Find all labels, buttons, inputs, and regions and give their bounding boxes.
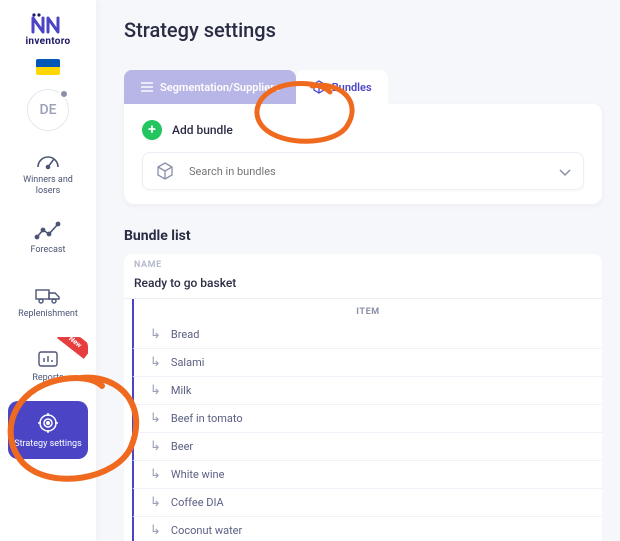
nav-reports[interactable]: New Reports: [8, 337, 88, 395]
add-bundle-label: Add bundle: [172, 123, 233, 137]
bundle-item-label: Salami: [171, 356, 205, 369]
col-header-item: ITEM: [132, 299, 602, 321]
bundle-item-label: Coconut water: [171, 524, 242, 537]
tab-bundles[interactable]: Bundles: [296, 70, 388, 104]
list-icon: [140, 81, 154, 93]
bundles-panel: + Add bundle: [124, 104, 602, 204]
tab-label: Segmentation/Suppliers: [160, 81, 280, 94]
plus-icon: +: [142, 120, 162, 140]
package-icon: [155, 161, 175, 181]
child-arrow-icon: ↳: [150, 384, 161, 397]
trend-icon: [34, 221, 62, 241]
bundle-item-label: Beef in tomato: [171, 412, 243, 425]
avatar-initials: DE: [39, 102, 56, 118]
child-arrow-icon: ↳: [150, 412, 161, 425]
bundle-list-title: Bundle list: [124, 228, 602, 244]
bundle-item-row[interactable]: ↳ Milk: [132, 377, 602, 405]
status-dot-icon: [59, 89, 69, 99]
bundle-item-row[interactable]: ↳ Coffee DIA: [132, 489, 602, 517]
truck-icon: [34, 285, 62, 305]
box-icon: [312, 80, 326, 94]
nav-replenishment[interactable]: Replenishment: [8, 273, 88, 331]
brand-logo: inventoro: [13, 12, 83, 47]
logo-mark-icon: [30, 12, 66, 34]
search-input[interactable]: [189, 165, 545, 178]
bundle-item-label: Coffee DIA: [171, 496, 224, 509]
nav-label: Winners and losers: [10, 175, 86, 197]
nav-strategy-settings[interactable]: Strategy settings: [8, 401, 88, 459]
child-arrow-icon: ↳: [150, 356, 161, 369]
bundle-item-label: Bread: [171, 328, 200, 341]
tabs: Segmentation/Suppliers Bundles: [124, 70, 602, 104]
bundle-item-label: Milk: [171, 384, 192, 397]
page-title: Strategy settings: [124, 18, 602, 42]
gauge-icon: [34, 151, 62, 171]
nav-label: Forecast: [31, 245, 66, 256]
tab-label: Bundles: [332, 81, 372, 94]
new-badge: New: [57, 337, 88, 359]
child-arrow-icon: ↳: [150, 328, 161, 341]
child-arrow-icon: ↳: [150, 468, 161, 481]
ukraine-flag-icon: [36, 59, 60, 75]
bundle-item-label: Beer: [171, 440, 193, 453]
nav-label: Replenishment: [18, 309, 78, 320]
child-arrow-icon: ↳: [150, 440, 161, 453]
nav-winners-losers[interactable]: Winners and losers: [8, 145, 88, 203]
bundle-item-row[interactable]: ↳ Coconut water: [132, 517, 602, 541]
main-content: Strategy settings Segmentation/Suppliers…: [96, 0, 620, 541]
target-gear-icon: [35, 411, 61, 435]
tab-segmentation-suppliers[interactable]: Segmentation/Suppliers: [124, 70, 296, 104]
col-header-name: NAME: [124, 254, 602, 272]
bundle-item-row[interactable]: ↳ Beer: [132, 433, 602, 461]
brand-name: inventoro: [13, 36, 83, 47]
search-bundles[interactable]: [142, 152, 584, 190]
bundle-item-row[interactable]: ↳ White wine: [132, 461, 602, 489]
bundle-name-row[interactable]: Ready to go basket: [124, 272, 602, 299]
bar-chart-icon: [36, 349, 60, 369]
bundle-item-row[interactable]: ↳ Beef in tomato: [132, 405, 602, 433]
bundle-item-row[interactable]: ↳ Salami: [132, 349, 602, 377]
sidebar: inventoro DE Winners and losers Forecast: [0, 0, 96, 541]
add-bundle-button[interactable]: + Add bundle: [142, 120, 584, 140]
bundle-table: NAME Ready to go basket ITEM ↳ Bread ↳ Sala…: [124, 254, 602, 541]
bundle-item-label: White wine: [171, 468, 225, 481]
nav-label: Reports: [32, 373, 63, 384]
child-arrow-icon: ↳: [150, 524, 161, 537]
nav-forecast[interactable]: Forecast: [8, 209, 88, 267]
bundle-item-row[interactable]: ↳ Bread: [132, 321, 602, 349]
child-arrow-icon: ↳: [150, 496, 161, 509]
user-avatar[interactable]: DE: [27, 89, 69, 131]
nav-label: Strategy settings: [14, 439, 81, 450]
chevron-down-icon: [559, 162, 571, 181]
